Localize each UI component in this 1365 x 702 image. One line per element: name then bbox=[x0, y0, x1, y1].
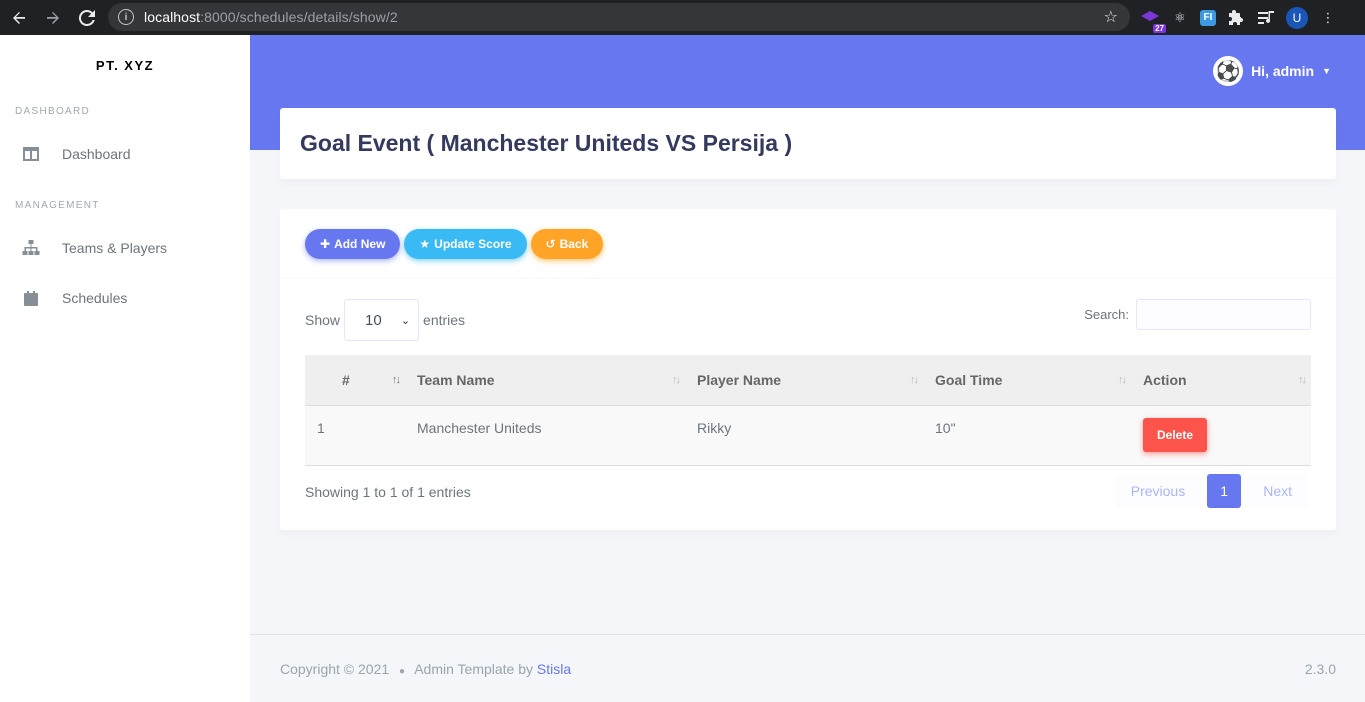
column-header-player-name[interactable]: Player Name ↑↓ bbox=[685, 355, 923, 406]
cell-goal-time: 10" bbox=[923, 405, 1131, 466]
sort-icon: ↑↓ bbox=[392, 374, 401, 386]
user-dropdown[interactable]: ⚽ Hi, admin ▼ bbox=[1213, 56, 1331, 86]
search-label: Search: bbox=[1084, 307, 1129, 322]
sitemap-icon bbox=[22, 240, 40, 256]
update-score-button[interactable]: ★ Update Score bbox=[404, 228, 527, 259]
sidebar-item-label: Dashboard bbox=[62, 146, 131, 162]
forward-arrow-icon[interactable] bbox=[38, 3, 68, 33]
delete-button[interactable]: Delete bbox=[1143, 417, 1208, 452]
sort-icon: ↑↓ bbox=[1118, 374, 1127, 386]
browser-toolbar: i localhost:8000/schedules/details/show/… bbox=[0, 0, 1365, 35]
graduation-cap-extension-icon[interactable]: 27 bbox=[1140, 8, 1166, 33]
footer: Copyright © 2021 ● Admin Template by Sti… bbox=[250, 634, 1365, 702]
back-button[interactable]: ↺ Back bbox=[530, 228, 604, 259]
sort-icon: ↑↓ bbox=[672, 374, 681, 386]
extension-badge: 27 bbox=[1153, 23, 1166, 33]
column-header-goal-time[interactable]: Goal Time ↑↓ bbox=[923, 355, 1131, 406]
search-control: Search: bbox=[1084, 299, 1311, 330]
search-input[interactable] bbox=[1136, 299, 1311, 330]
goal-events-table: # ↑↓ Team Name ↑↓ Player Name ↑↓ Goal Time ↑… bbox=[305, 355, 1311, 466]
page-title: Goal Event ( Manchester Uniteds VS Persi… bbox=[300, 130, 793, 156]
cell-player-name: Rikky bbox=[685, 405, 923, 466]
table-header-row: # ↑↓ Team Name ↑↓ Player Name ↑↓ Goal Time ↑… bbox=[305, 355, 1311, 406]
column-header-team-name[interactable]: Team Name ↑↓ bbox=[405, 355, 685, 406]
columns-icon bbox=[22, 147, 40, 161]
url-path: :8000/schedules/details/show/2 bbox=[200, 9, 398, 25]
url-text: localhost:8000/schedules/details/show/2 bbox=[144, 9, 398, 25]
cell-team-name: Manchester Uniteds bbox=[405, 405, 685, 466]
sidebar-brand[interactable]: PT. XYZ bbox=[0, 35, 250, 95]
pagination: Previous 1 Next bbox=[1114, 474, 1308, 508]
back-label: Back bbox=[559, 236, 589, 251]
kebab-menu-icon[interactable]: ⋮ bbox=[1318, 8, 1338, 28]
previous-page-button[interactable]: Previous bbox=[1114, 474, 1202, 508]
sort-icon: ↑↓ bbox=[1298, 374, 1307, 386]
cell-number: 1 bbox=[305, 405, 405, 466]
undo-icon: ↺ bbox=[545, 236, 556, 251]
url-host: localhost bbox=[144, 9, 201, 25]
site-info-icon[interactable]: i bbox=[118, 9, 134, 25]
column-header-label: Team Name bbox=[417, 371, 495, 388]
cell-action: Delete bbox=[1131, 405, 1311, 466]
table-row: 1 Manchester Uniteds Rikky 10" Delete bbox=[305, 405, 1311, 466]
sidebar-item-schedules[interactable]: Schedules bbox=[0, 273, 250, 323]
sidebar: PT. XYZ DASHBOARD Dashboard MANAGEMENT T… bbox=[0, 35, 250, 702]
template-text: Admin Template by bbox=[414, 660, 534, 677]
sidebar-item-teams-players[interactable]: Teams & Players bbox=[0, 223, 250, 273]
column-header-label: Goal Time bbox=[935, 371, 1003, 388]
star-icon: ★ bbox=[419, 236, 431, 251]
entries-select-value: 10 bbox=[365, 311, 382, 329]
sidebar-item-label: Schedules bbox=[62, 290, 128, 306]
add-new-button[interactable]: ✚ Add New bbox=[305, 228, 401, 259]
react-extension-icon[interactable]: ⚛ bbox=[1170, 8, 1190, 28]
entries-label: entries bbox=[423, 312, 466, 328]
sidebar-item-dashboard[interactable]: Dashboard bbox=[0, 129, 250, 179]
sidebar-item-label: Teams & Players bbox=[62, 240, 168, 256]
column-header-action[interactable]: Action ↑↓ bbox=[1131, 355, 1311, 406]
length-control: Show 10 ⌄ entries bbox=[305, 299, 465, 341]
bookmark-star-icon[interactable]: ☆ bbox=[1104, 7, 1118, 27]
card-header: ✚ Add New ★ Update Score ↺ Back bbox=[280, 209, 1336, 279]
page-1-button[interactable]: 1 bbox=[1207, 474, 1242, 508]
add-new-label: Add New bbox=[334, 236, 386, 251]
table-info: Showing 1 to 1 of 1 entries bbox=[305, 484, 471, 500]
version-text: 2.3.0 bbox=[1304, 660, 1336, 677]
bullet-separator: ● bbox=[399, 665, 406, 677]
section-header: Goal Event ( Manchester Uniteds VS Persi… bbox=[280, 108, 1336, 179]
chevron-down-icon: ⌄ bbox=[400, 314, 411, 327]
sort-icon: ↑↓ bbox=[910, 374, 919, 386]
fi-extension-icon[interactable]: FI bbox=[1200, 9, 1216, 26]
update-score-label: Update Score bbox=[434, 236, 512, 251]
avatar: ⚽ bbox=[1213, 56, 1244, 86]
show-label: Show bbox=[305, 312, 341, 328]
extensions-area: 27 ⚛ FI U ⋮ bbox=[1140, 0, 1338, 35]
column-header-label: # bbox=[342, 371, 350, 388]
menu-header-dashboard: DASHBOARD bbox=[15, 106, 91, 117]
entries-select[interactable]: 10 ⌄ bbox=[344, 299, 420, 341]
profile-avatar-icon[interactable]: U bbox=[1286, 6, 1308, 29]
column-header-label: Action bbox=[1143, 371, 1187, 388]
menu-header-management: MANAGEMENT bbox=[15, 200, 100, 211]
column-header-number[interactable]: # ↑↓ bbox=[305, 355, 405, 406]
puzzle-extensions-icon[interactable] bbox=[1226, 8, 1246, 28]
goal-events-card: ✚ Add New ★ Update Score ↺ Back Show 10 … bbox=[280, 209, 1336, 530]
reload-icon[interactable] bbox=[72, 3, 102, 33]
caret-down-icon: ▼ bbox=[1322, 66, 1331, 76]
media-queue-icon[interactable] bbox=[1256, 8, 1276, 28]
copyright-text: Copyright © 2021 bbox=[280, 660, 390, 677]
next-page-button[interactable]: Next bbox=[1247, 474, 1308, 508]
user-greeting: Hi, admin bbox=[1251, 63, 1315, 79]
footer-left: Copyright © 2021 ● Admin Template by Sti… bbox=[280, 661, 571, 677]
plus-icon: ✚ bbox=[320, 236, 331, 251]
calendar-icon bbox=[22, 290, 40, 306]
stisla-link[interactable]: Stisla bbox=[537, 661, 571, 677]
column-header-label: Player Name bbox=[697, 371, 782, 388]
back-arrow-icon[interactable] bbox=[4, 3, 34, 33]
address-bar[interactable]: i localhost:8000/schedules/details/show/… bbox=[108, 3, 1130, 31]
